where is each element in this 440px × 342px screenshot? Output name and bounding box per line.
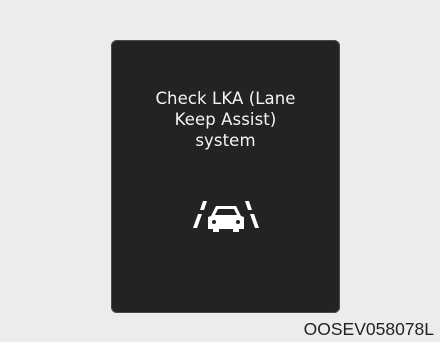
image-code-label: OOSEV058078L: [303, 319, 434, 339]
warning-message-line-3: system: [195, 131, 256, 150]
cluster-display: Check LKA (Lane Keep Assist) system: [111, 40, 340, 313]
warning-message-line-1: Check LKA (Lane: [155, 89, 296, 108]
warning-message-line-2: Keep Assist): [174, 110, 277, 129]
figure-background: Check LKA (Lane Keep Assist) system OOSE…: [0, 0, 440, 342]
warning-message: Check LKA (Lane Keep Assist) system: [111, 88, 340, 151]
lane-keep-assist-icon: [193, 201, 259, 232]
